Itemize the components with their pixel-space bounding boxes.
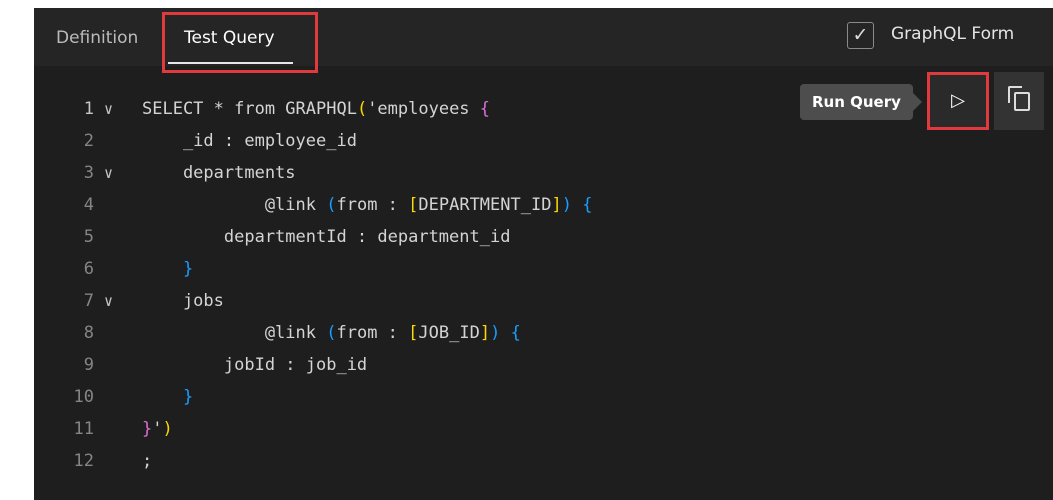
code-token: jobs <box>142 291 224 311</box>
line-number: 9 <box>83 355 94 375</box>
code-text: _id : employee_id <box>142 125 357 157</box>
line-number: 2 <box>83 131 94 151</box>
code-token: JOB_ID <box>418 323 480 343</box>
code-text: departmentId : department_id <box>142 221 511 253</box>
code-token: SELECT * from GRAPHQL <box>142 99 357 119</box>
code-token: from : <box>336 323 409 343</box>
line-number: 10 <box>73 387 94 407</box>
code-token: _id : employee_id <box>142 131 357 151</box>
line-number: 5 <box>83 227 94 247</box>
code-token: departments <box>142 163 296 183</box>
line-number: 7 <box>83 291 94 311</box>
code-line[interactable]: 4 @link (from : [DEPARTMENT_ID]) { <box>34 189 1053 221</box>
code-token: from : <box>336 195 409 215</box>
check-icon: ✓ <box>852 24 869 46</box>
fold-chevron-icon[interactable]: ∨ <box>104 285 113 317</box>
code-bracket: [ <box>408 195 419 215</box>
code-editor[interactable]: 1 ∨ SELECT * from GRAPHQL('employees {2 _i… <box>34 93 1053 477</box>
code-text: jobId : job_id <box>142 349 367 381</box>
code-token: jobId : job_id <box>142 355 368 375</box>
line-number: 12 <box>73 451 94 471</box>
code-line[interactable]: 3 ∨ departments <box>34 157 1053 189</box>
code-line[interactable]: 6 } <box>34 253 1053 285</box>
code-line[interactable]: 7 ∨ jobs <box>34 285 1053 317</box>
code-token: DEPARTMENT_ID <box>418 195 552 215</box>
code-bracket: { <box>510 323 521 343</box>
code-token: @link <box>142 195 327 215</box>
code-line[interactable]: 2 _id : employee_id <box>34 125 1053 157</box>
code-bracket: } <box>182 259 194 279</box>
code-token: ' <box>152 419 163 439</box>
code-bracket: ) <box>561 195 572 215</box>
line-number: 1 <box>83 99 94 119</box>
code-token: departmentId : department_id <box>142 227 511 247</box>
code-bracket: ( <box>356 99 368 119</box>
code-text: }') <box>142 413 173 445</box>
query-editor-panel: Definition Test Query ✓ GraphQL Form Run… <box>34 8 1053 500</box>
line-number: 4 <box>83 195 94 215</box>
fold-chevron-icon[interactable]: ∨ <box>104 93 113 125</box>
line-number: 3 <box>83 163 94 183</box>
code-line[interactable]: 12; <box>34 445 1053 477</box>
line-number: 8 <box>83 323 94 343</box>
code-bracket: { <box>479 99 491 119</box>
code-bracket: } <box>182 387 194 407</box>
code-bracket: [ <box>408 323 419 343</box>
code-bracket: ) <box>162 419 173 439</box>
code-text: @link (from : [DEPARTMENT_ID]) { <box>142 189 593 221</box>
code-text: departments <box>142 157 296 189</box>
code-text: ; <box>142 445 152 477</box>
code-text: } <box>142 381 193 413</box>
tab-definition[interactable]: Definition <box>56 8 138 64</box>
code-bracket: ] <box>551 195 562 215</box>
code-bracket: ( <box>326 195 337 215</box>
code-text: @link (from : [JOB_ID]) { <box>142 317 521 349</box>
line-number: 6 <box>83 259 94 279</box>
code-text: SELECT * from GRAPHQL('employees { <box>142 93 490 125</box>
test-query-highlight-box <box>162 12 318 73</box>
code-bracket: { <box>582 195 593 215</box>
code-bracket: ( <box>326 323 337 343</box>
code-token: @link <box>142 323 327 343</box>
code-line[interactable]: 8 @link (from : [JOB_ID]) { <box>34 317 1053 349</box>
code-token: ; <box>142 451 153 471</box>
code-line[interactable]: 9 jobId : job_id <box>34 349 1053 381</box>
code-token: 'employees <box>367 99 480 119</box>
graphql-form-checkbox[interactable]: ✓ <box>847 22 874 49</box>
tab-bar: Definition Test Query ✓ GraphQL Form <box>34 8 1053 73</box>
code-bracket: } <box>142 419 153 439</box>
fold-chevron-icon[interactable]: ∨ <box>104 157 113 189</box>
line-number: 11 <box>73 419 94 439</box>
code-line[interactable]: 1 ∨ SELECT * from GRAPHQL('employees { <box>34 93 1053 125</box>
code-bracket: ] <box>479 323 491 343</box>
code-line[interactable]: 5 departmentId : department_id <box>34 221 1053 253</box>
code-line[interactable]: 11}') <box>34 413 1053 445</box>
code-text: jobs <box>142 285 224 317</box>
code-bracket: ) <box>490 323 501 343</box>
code-line[interactable]: 10 } <box>34 381 1053 413</box>
code-text: } <box>142 253 193 285</box>
graphql-form-label[interactable]: GraphQL Form <box>891 19 1014 49</box>
